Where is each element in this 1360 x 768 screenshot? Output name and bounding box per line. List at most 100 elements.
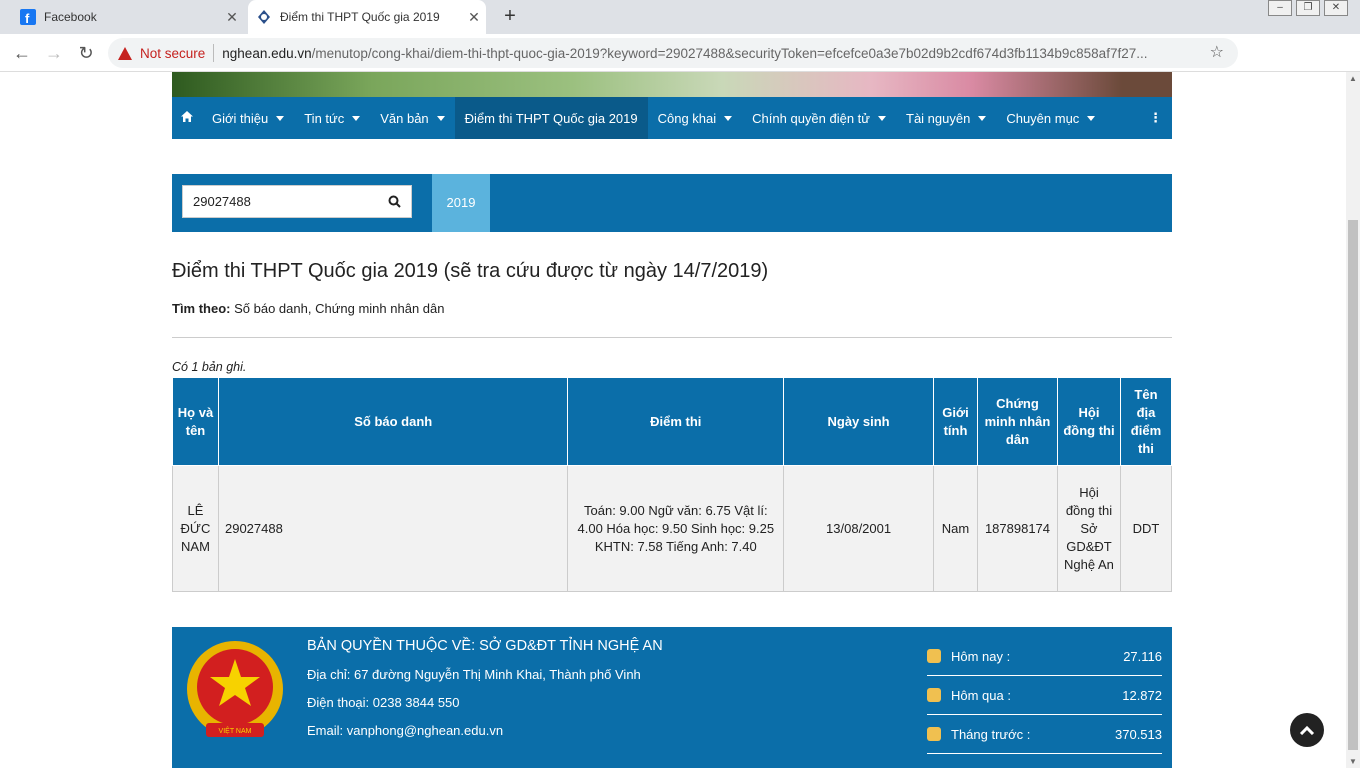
nav-item-van-ban[interactable]: Văn bản bbox=[370, 97, 454, 139]
bookmark-star-icon[interactable]: ☆ bbox=[1210, 42, 1224, 62]
scroll-thumb[interactable] bbox=[1348, 220, 1358, 750]
nav-item-cong-khai[interactable]: Công khai bbox=[648, 97, 743, 139]
caret-down-icon bbox=[436, 115, 445, 121]
close-window-button[interactable]: ✕ bbox=[1324, 0, 1348, 16]
cell-so-bao-danh: 29027488 bbox=[217, 465, 569, 592]
cell-cmnd: 187898174 bbox=[976, 465, 1058, 592]
stat-value: 370.513 bbox=[1115, 726, 1162, 742]
home-icon[interactable] bbox=[172, 110, 202, 126]
search-panel: 2019 bbox=[172, 174, 1172, 232]
col-dia-diem-thi: Tên địa điểm thi bbox=[1119, 377, 1173, 466]
cell-hoi-dong-thi: Hội đồng thi Sở GD&ĐT Nghệ An bbox=[1056, 465, 1121, 592]
tab-diem-thi[interactable]: Điểm thi THPT Quốc gia 2019 ✕ bbox=[248, 0, 486, 34]
new-tab-button[interactable]: + bbox=[498, 4, 522, 28]
table-header-row: Họ và tên Số báo danh Điểm thi Ngày sinh… bbox=[172, 377, 1173, 466]
caret-down-icon bbox=[978, 115, 987, 121]
warning-icon bbox=[118, 46, 132, 60]
window-controls: – ❐ ✕ bbox=[1268, 0, 1348, 16]
national-emblem-icon: VIỆT NAM bbox=[182, 637, 288, 745]
caret-down-icon bbox=[724, 115, 733, 121]
col-ho-ten: Họ và tên bbox=[172, 377, 219, 466]
close-tab-icon[interactable]: ✕ bbox=[462, 9, 486, 26]
cell-ho-ten: LÊ ĐỨC NAM bbox=[172, 465, 219, 592]
nav-item-chinh-quyen-dien-tu[interactable]: Chính quyền điện tử bbox=[742, 97, 896, 139]
table-row: LÊ ĐỨC NAM 29027488 Toán: 9.00 Ngữ văn: … bbox=[172, 465, 1173, 592]
tab-title: Facebook bbox=[44, 10, 97, 24]
main-nav: Giới thiệu Tin tức Văn bản Điểm thi THPT… bbox=[172, 97, 1172, 139]
stat-today: Hôm nay : 27.116 bbox=[927, 637, 1162, 676]
stat-label: Tháng trước : bbox=[951, 726, 1031, 742]
tab-title: Điểm thi THPT Quốc gia 2019 bbox=[280, 10, 440, 24]
page-scrollbar[interactable]: ▲ ▼ bbox=[1346, 72, 1360, 768]
svg-text:f: f bbox=[25, 11, 30, 25]
nav-more-icon[interactable]: ⋮ bbox=[1149, 110, 1172, 126]
record-count: Có 1 bản ghi. bbox=[172, 360, 247, 374]
nav-label: Văn bản bbox=[380, 110, 429, 126]
col-diem-thi: Điểm thi bbox=[567, 377, 785, 466]
find-by: Tìm theo: Số báo danh, Chứng minh nhân d… bbox=[172, 301, 444, 316]
facebook-icon: f bbox=[20, 9, 36, 25]
nav-label: Chuyên mục bbox=[1006, 110, 1080, 126]
search-input[interactable] bbox=[183, 186, 377, 217]
omnibox[interactable]: Not secure nghean.edu.vn /menutop/cong-k… bbox=[108, 38, 1238, 68]
find-by-value: Số báo danh, Chứng minh nhân dân bbox=[230, 301, 445, 316]
nav-item-diem-thi[interactable]: Điểm thi THPT Quốc gia 2019 bbox=[454, 97, 648, 139]
footer-phone: Điện thoại: 0238 3844 550 bbox=[307, 695, 460, 710]
cell-ngay-sinh: 13/08/2001 bbox=[783, 465, 934, 592]
cell-gioi-tinh: Nam bbox=[933, 465, 978, 592]
col-hoi-dong-thi: Hội đồng thi bbox=[1056, 377, 1121, 466]
user-icon bbox=[927, 727, 941, 741]
maximize-button[interactable]: ❐ bbox=[1296, 0, 1320, 16]
page-title: Điểm thi THPT Quốc gia 2019 (sẽ tra cứu … bbox=[172, 260, 769, 282]
caret-down-icon bbox=[276, 115, 285, 121]
nav-label: Công khai bbox=[657, 110, 717, 126]
nav-label: Giới thiệu bbox=[212, 110, 269, 126]
scroll-down-icon[interactable]: ▼ bbox=[1349, 757, 1357, 766]
col-ngay-sinh: Ngày sinh bbox=[783, 377, 934, 466]
site-logo-icon bbox=[256, 9, 272, 25]
footer-email: Email: vanphong@nghean.edu.vn bbox=[307, 723, 504, 738]
user-icon bbox=[927, 688, 941, 702]
url-host: nghean.edu.vn bbox=[222, 45, 312, 61]
security-warning[interactable]: Not secure bbox=[118, 46, 205, 61]
close-tab-icon[interactable]: ✕ bbox=[220, 9, 244, 26]
caret-down-icon bbox=[352, 115, 361, 121]
nav-label: Chính quyền điện tử bbox=[752, 110, 870, 126]
tab-facebook[interactable]: f Facebook ✕ bbox=[12, 2, 244, 32]
user-icon bbox=[927, 649, 941, 663]
scroll-up-icon[interactable]: ▲ bbox=[1349, 74, 1357, 83]
stat-last-month: Tháng trước : 370.513 bbox=[927, 715, 1162, 754]
cell-diem-thi: Toán: 9.00 Ngữ văn: 6.75 Vật lí: 4.00 Hó… bbox=[567, 465, 785, 592]
search-box bbox=[182, 185, 412, 218]
footer: VIỆT NAM BẢN QUYỀN THUỘC VỀ: SỞ GD&ĐT TỈ… bbox=[172, 627, 1172, 768]
back-to-top-button[interactable] bbox=[1290, 713, 1324, 747]
nav-item-gioi-thieu[interactable]: Giới thiệu bbox=[202, 97, 294, 139]
stat-label: Hôm nay : bbox=[951, 648, 1011, 664]
divider bbox=[172, 337, 1172, 338]
divider bbox=[213, 44, 215, 62]
footer-title: BẢN QUYỀN THUỘC VỀ: SỞ GD&ĐT TỈNH NGHỆ A… bbox=[307, 638, 663, 654]
reload-icon[interactable]: ↻ bbox=[74, 42, 98, 64]
caret-down-icon bbox=[1087, 115, 1096, 121]
minimize-button[interactable]: – bbox=[1268, 0, 1292, 16]
nav-label: Tài nguyên bbox=[906, 110, 971, 126]
nav-label: Tin tức bbox=[304, 110, 345, 126]
footer-address: Địa chỉ: 67 đường Nguyễn Thị Minh Khai, … bbox=[307, 667, 641, 682]
forward-icon[interactable]: → bbox=[42, 42, 66, 64]
nav-item-tai-nguyen[interactable]: Tài nguyên bbox=[896, 97, 996, 139]
emblem-text: VIỆT NAM bbox=[219, 726, 252, 735]
nav-label: Điểm thi THPT Quốc gia 2019 bbox=[464, 110, 638, 126]
stat-value: 27.116 bbox=[1123, 648, 1162, 664]
year-tab[interactable]: 2019 bbox=[432, 174, 490, 232]
header-banner bbox=[172, 72, 1172, 97]
nav-item-chuyen-muc[interactable]: Chuyên mục bbox=[996, 97, 1105, 139]
security-label: Not secure bbox=[140, 45, 206, 61]
nav-item-tin-tuc[interactable]: Tin tức bbox=[294, 97, 370, 139]
page-viewport: Giới thiệu Tin tức Văn bản Điểm thi THPT… bbox=[0, 72, 1346, 768]
back-icon[interactable]: ← bbox=[10, 42, 34, 64]
stat-value: 12.872 bbox=[1122, 687, 1162, 703]
results-table: Họ và tên Số báo danh Điểm thi Ngày sinh… bbox=[172, 377, 1173, 592]
url-path: /menutop/cong-khai/diem-thi-thpt-quoc-gi… bbox=[311, 45, 1148, 61]
col-so-bao-danh: Số báo danh bbox=[217, 377, 569, 466]
search-icon[interactable] bbox=[377, 186, 411, 217]
